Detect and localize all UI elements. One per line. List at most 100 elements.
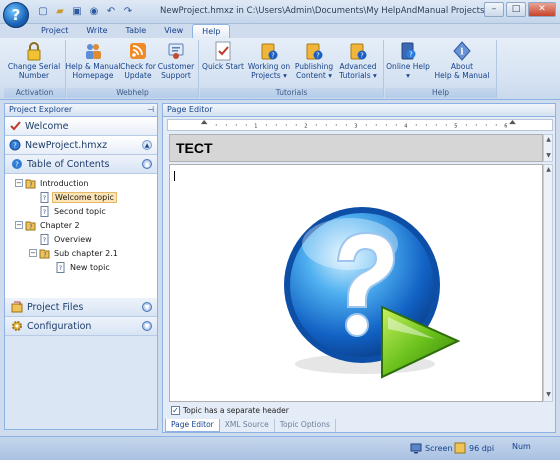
help-manual-logo-icon [284, 207, 461, 379]
tree-node-label: Introduction [40, 178, 89, 188]
page-editor-header: Page Editor [163, 104, 555, 117]
topic-page-icon: ? [56, 261, 65, 273]
redo-icon[interactable]: ↷ [121, 4, 135, 18]
svg-text:?: ? [43, 195, 46, 202]
tab-help[interactable]: Help [192, 24, 231, 38]
ruler-number: 2 [304, 124, 307, 130]
maximize-button[interactable]: □ [506, 2, 526, 17]
welcome-icon [10, 121, 21, 131]
scroll-up-icon[interactable]: ▲ [545, 136, 552, 143]
save-icon[interactable]: ▣ [70, 4, 84, 18]
topic-page-icon: ? [40, 233, 49, 245]
button-label: Working on Projects ▾ [247, 62, 291, 80]
check-update-button[interactable]: Check for Update [119, 40, 157, 86]
ruler-number: 4 [404, 124, 407, 130]
welcome-item[interactable]: Welcome [5, 117, 157, 136]
tree-node-label: Welcome topic [52, 191, 117, 203]
svg-text:?: ? [59, 265, 62, 272]
tab-project[interactable]: Project [32, 24, 77, 38]
new-icon[interactable]: ▢ [36, 4, 50, 18]
configuration-section-header[interactable]: Configuration ▼ [5, 317, 157, 336]
button-label: Help & Manual Homepage [65, 62, 121, 80]
scroll-up-icon[interactable]: ▲ [545, 166, 552, 173]
people-icon [86, 44, 101, 59]
button-label: Advanced Tutorials ▾ [339, 62, 377, 80]
tree-node-sub-chapter[interactable]: − ? Sub chapter 2.1 [5, 246, 157, 260]
tree-node-label: Chapter 2 [40, 220, 80, 230]
toc-label: Table of Contents [27, 158, 110, 170]
svg-text:?: ? [29, 182, 32, 189]
group-tutorials: Quick Start ? Working on Projects ▾ ? Pu… [200, 40, 384, 98]
online-help-button[interactable]: ? Online Help ▾ [385, 40, 431, 86]
collapse-icon[interactable]: − [15, 221, 23, 229]
separate-header-checkbox[interactable]: ✓ [171, 405, 180, 415]
tab-topic-options[interactable]: Topic Options [275, 419, 336, 432]
topic-header-text: TECT [176, 140, 213, 156]
svg-text:i: i [460, 48, 464, 58]
pin-icon[interactable]: ⊣ [147, 104, 154, 116]
project-files-section-header[interactable]: Project Files ▼ [5, 298, 157, 317]
open-icon[interactable]: ▰ [53, 4, 67, 18]
num-lock-indicator: Num [512, 442, 531, 451]
topic-text-editor[interactable] [169, 164, 543, 402]
tab-view[interactable]: View [155, 24, 192, 38]
tree-node-second-topic[interactable]: ? Second topic [5, 204, 157, 218]
group-activation: Change Serial Number Activation [4, 40, 66, 98]
advanced-tutorials-button[interactable]: ? Advanced Tutorials ▾ [336, 40, 380, 86]
collapse-icon[interactable]: − [15, 179, 23, 187]
title-bar: ? ▢ ▰ ▣ ◉ ↶ ↷ NewProject.hmxz in C:\User… [0, 0, 560, 28]
book-help-icon: ? [401, 42, 416, 60]
project-item[interactable]: ? NewProject.hmxz ▲ [5, 136, 157, 155]
globe-icon[interactable]: ◉ [87, 4, 101, 18]
tree-node-label: Second topic [54, 206, 106, 216]
ruler-number: 6 [504, 124, 507, 130]
dpi-indicator[interactable]: 96 dpi [454, 442, 494, 454]
application-menu-button[interactable]: ? [3, 2, 29, 28]
tree-node-label: Overview [54, 234, 92, 244]
tab-xml-source[interactable]: XML Source [220, 419, 275, 432]
editor-scrollbar[interactable]: ▲ ▼ [543, 164, 553, 402]
ruler[interactable]: 1 2 3 4 5 6 [167, 119, 553, 131]
minimize-button[interactable]: – [484, 2, 504, 17]
toc-section-header[interactable]: ? Table of Contents ▲ [5, 155, 157, 174]
tree-node-chapter-2[interactable]: − ? Chapter 2 [5, 218, 157, 232]
about-button[interactable]: i About Help & Manual [431, 40, 493, 86]
customer-support-button[interactable]: Customer Support [157, 40, 195, 86]
tree-node-welcome-topic[interactable]: ? Welcome topic [5, 190, 157, 204]
tab-page-editor[interactable]: Page Editor [165, 419, 220, 432]
tree-node-overview[interactable]: ? Overview [5, 232, 157, 246]
quick-start-button[interactable]: Quick Start [200, 40, 246, 86]
tab-table[interactable]: Table [117, 24, 156, 38]
homepage-button[interactable]: Help & Manual Homepage [65, 40, 121, 86]
topic-page-icon: ? [40, 205, 49, 217]
configuration-label: Configuration [27, 320, 92, 332]
button-label: Publishing Content ▾ [294, 62, 334, 80]
separate-header-option[interactable]: ✓ Topic has a separate header [171, 404, 289, 416]
svg-text:?: ? [29, 224, 32, 231]
tab-write[interactable]: Write [77, 24, 116, 38]
chevron-up-icon[interactable]: ▲ [142, 140, 152, 150]
publishing-content-button[interactable]: ? Publishing Content ▾ [292, 40, 336, 86]
topic-header-area[interactable]: TECT [169, 134, 543, 162]
rss-icon [130, 43, 146, 59]
screen-indicator[interactable]: Screen [410, 442, 453, 454]
change-serial-number-button[interactable]: Change Serial Number [4, 40, 64, 86]
chevron-down-icon[interactable]: ▼ [142, 321, 152, 331]
screen-label: Screen [425, 443, 453, 453]
scroll-down-icon[interactable]: ▼ [545, 152, 552, 159]
scroll-down-icon[interactable]: ▼ [545, 391, 552, 398]
svg-text:?: ? [43, 237, 46, 244]
svg-text:?: ? [271, 52, 275, 60]
collapse-icon[interactable]: − [29, 249, 37, 257]
chevron-up-icon[interactable]: ▲ [142, 159, 152, 169]
folder-help-icon: ? [350, 43, 367, 60]
tree-node-introduction[interactable]: − ? Introduction [5, 176, 157, 190]
undo-icon[interactable]: ↶ [104, 4, 118, 18]
ruler-number: 3 [354, 124, 357, 130]
working-on-projects-button[interactable]: ? Working on Projects ▾ [246, 40, 292, 86]
status-bar: Screen 96 dpi Num [0, 436, 560, 460]
chevron-down-icon[interactable]: ▼ [142, 302, 152, 312]
header-scrollbar[interactable]: ▲ ▼ [543, 134, 553, 162]
close-button[interactable]: ✕ [528, 2, 556, 17]
tree-node-new-topic[interactable]: ? New topic [5, 260, 157, 274]
